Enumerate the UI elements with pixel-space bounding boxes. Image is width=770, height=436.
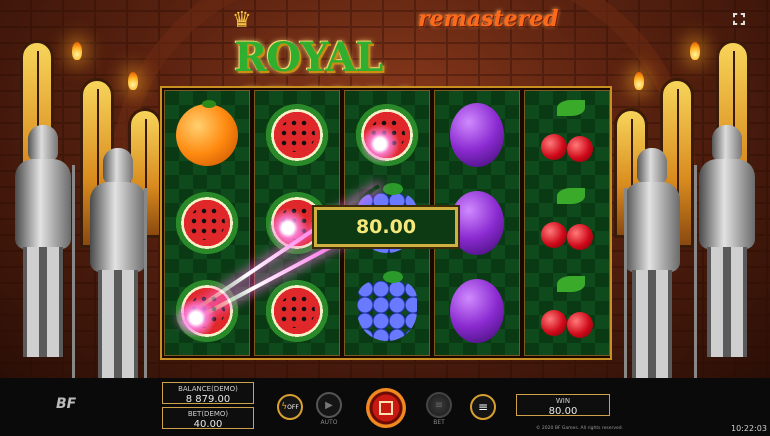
win-label: WIN xyxy=(555,397,571,405)
torch-flame-icon xyxy=(690,42,700,60)
menu-button[interactable]: ≡ xyxy=(470,394,496,420)
reel-cell xyxy=(525,179,609,267)
orange-symbol-icon xyxy=(176,100,238,166)
balance-panel: BALANCE(DEMO) 8 879.00 xyxy=(162,382,254,405)
menu-icon: ≡ xyxy=(477,400,489,414)
clock: 10:22:03 xyxy=(731,424,767,433)
logo-remastered: remastered xyxy=(418,6,559,32)
plum-symbol-icon xyxy=(450,103,504,167)
torch-flame-icon xyxy=(128,72,138,90)
bet-button-label: BET xyxy=(433,419,445,426)
knight-armor-right-1 xyxy=(692,125,762,378)
knight-armor-left-2 xyxy=(88,148,148,378)
watermelon-symbol-icon xyxy=(265,280,329,342)
watermelon-symbol-icon xyxy=(265,104,329,166)
balance-label: BALANCE(DEMO) xyxy=(178,385,238,393)
autoplay-label: AUTO xyxy=(320,419,338,426)
bet-value: 40.00 xyxy=(193,419,223,430)
reel xyxy=(524,90,610,356)
reel-cell xyxy=(345,267,429,355)
knight-armor-left-1 xyxy=(8,125,78,378)
torch-flame-icon xyxy=(634,72,644,90)
reel-cell xyxy=(165,179,249,267)
reel-cell xyxy=(525,91,609,179)
coin-stack-icon: ≡ xyxy=(434,399,444,411)
win-sparkle-icon xyxy=(176,298,216,338)
bet-panel[interactable]: BET(DEMO) 40.00 xyxy=(162,407,254,430)
win-sparkle-icon xyxy=(360,124,400,164)
bet-label: BET(DEMO) xyxy=(187,410,229,418)
turbo-button[interactable]: ϟ OFF xyxy=(277,394,303,420)
cherries-symbol-icon xyxy=(535,188,599,258)
reel-cell xyxy=(255,91,339,179)
autoplay-button[interactable]: ▶ xyxy=(316,392,342,418)
watermelon-symbol-icon xyxy=(175,192,239,254)
torch-flame-icon xyxy=(72,42,82,60)
plum-symbol-icon xyxy=(450,191,504,255)
copyright-text: © 2020 BF Games. All rights reserved. xyxy=(536,426,624,431)
bet-button[interactable]: ≡ xyxy=(426,392,452,418)
reel-cell xyxy=(435,91,519,179)
provider-logo: BF xyxy=(56,396,77,412)
game-logo: ♛ remastered ROYAL CROWN xyxy=(230,4,559,128)
spin-button[interactable] xyxy=(366,388,406,428)
win-panel: WIN 80.00 xyxy=(516,394,610,417)
cherries-symbol-icon xyxy=(535,276,599,346)
knight-armor-right-2 xyxy=(622,148,682,378)
cherries-symbol-icon xyxy=(535,100,599,170)
grapes-symbol-icon xyxy=(357,271,417,341)
win-value: 80.00 xyxy=(548,406,578,417)
reel-cell xyxy=(525,267,609,355)
plum-symbol-icon xyxy=(450,279,504,343)
win-amount-popup: 80.00 xyxy=(314,207,458,247)
win-sparkle-icon xyxy=(268,208,308,248)
crown-icon: ♛ xyxy=(232,8,252,33)
reel-cell xyxy=(165,91,249,179)
balance-value: 8 879.00 xyxy=(185,394,231,405)
reel-cell xyxy=(435,267,519,355)
turbo-label: OFF xyxy=(287,403,299,411)
play-icon: ▶ xyxy=(325,399,333,411)
